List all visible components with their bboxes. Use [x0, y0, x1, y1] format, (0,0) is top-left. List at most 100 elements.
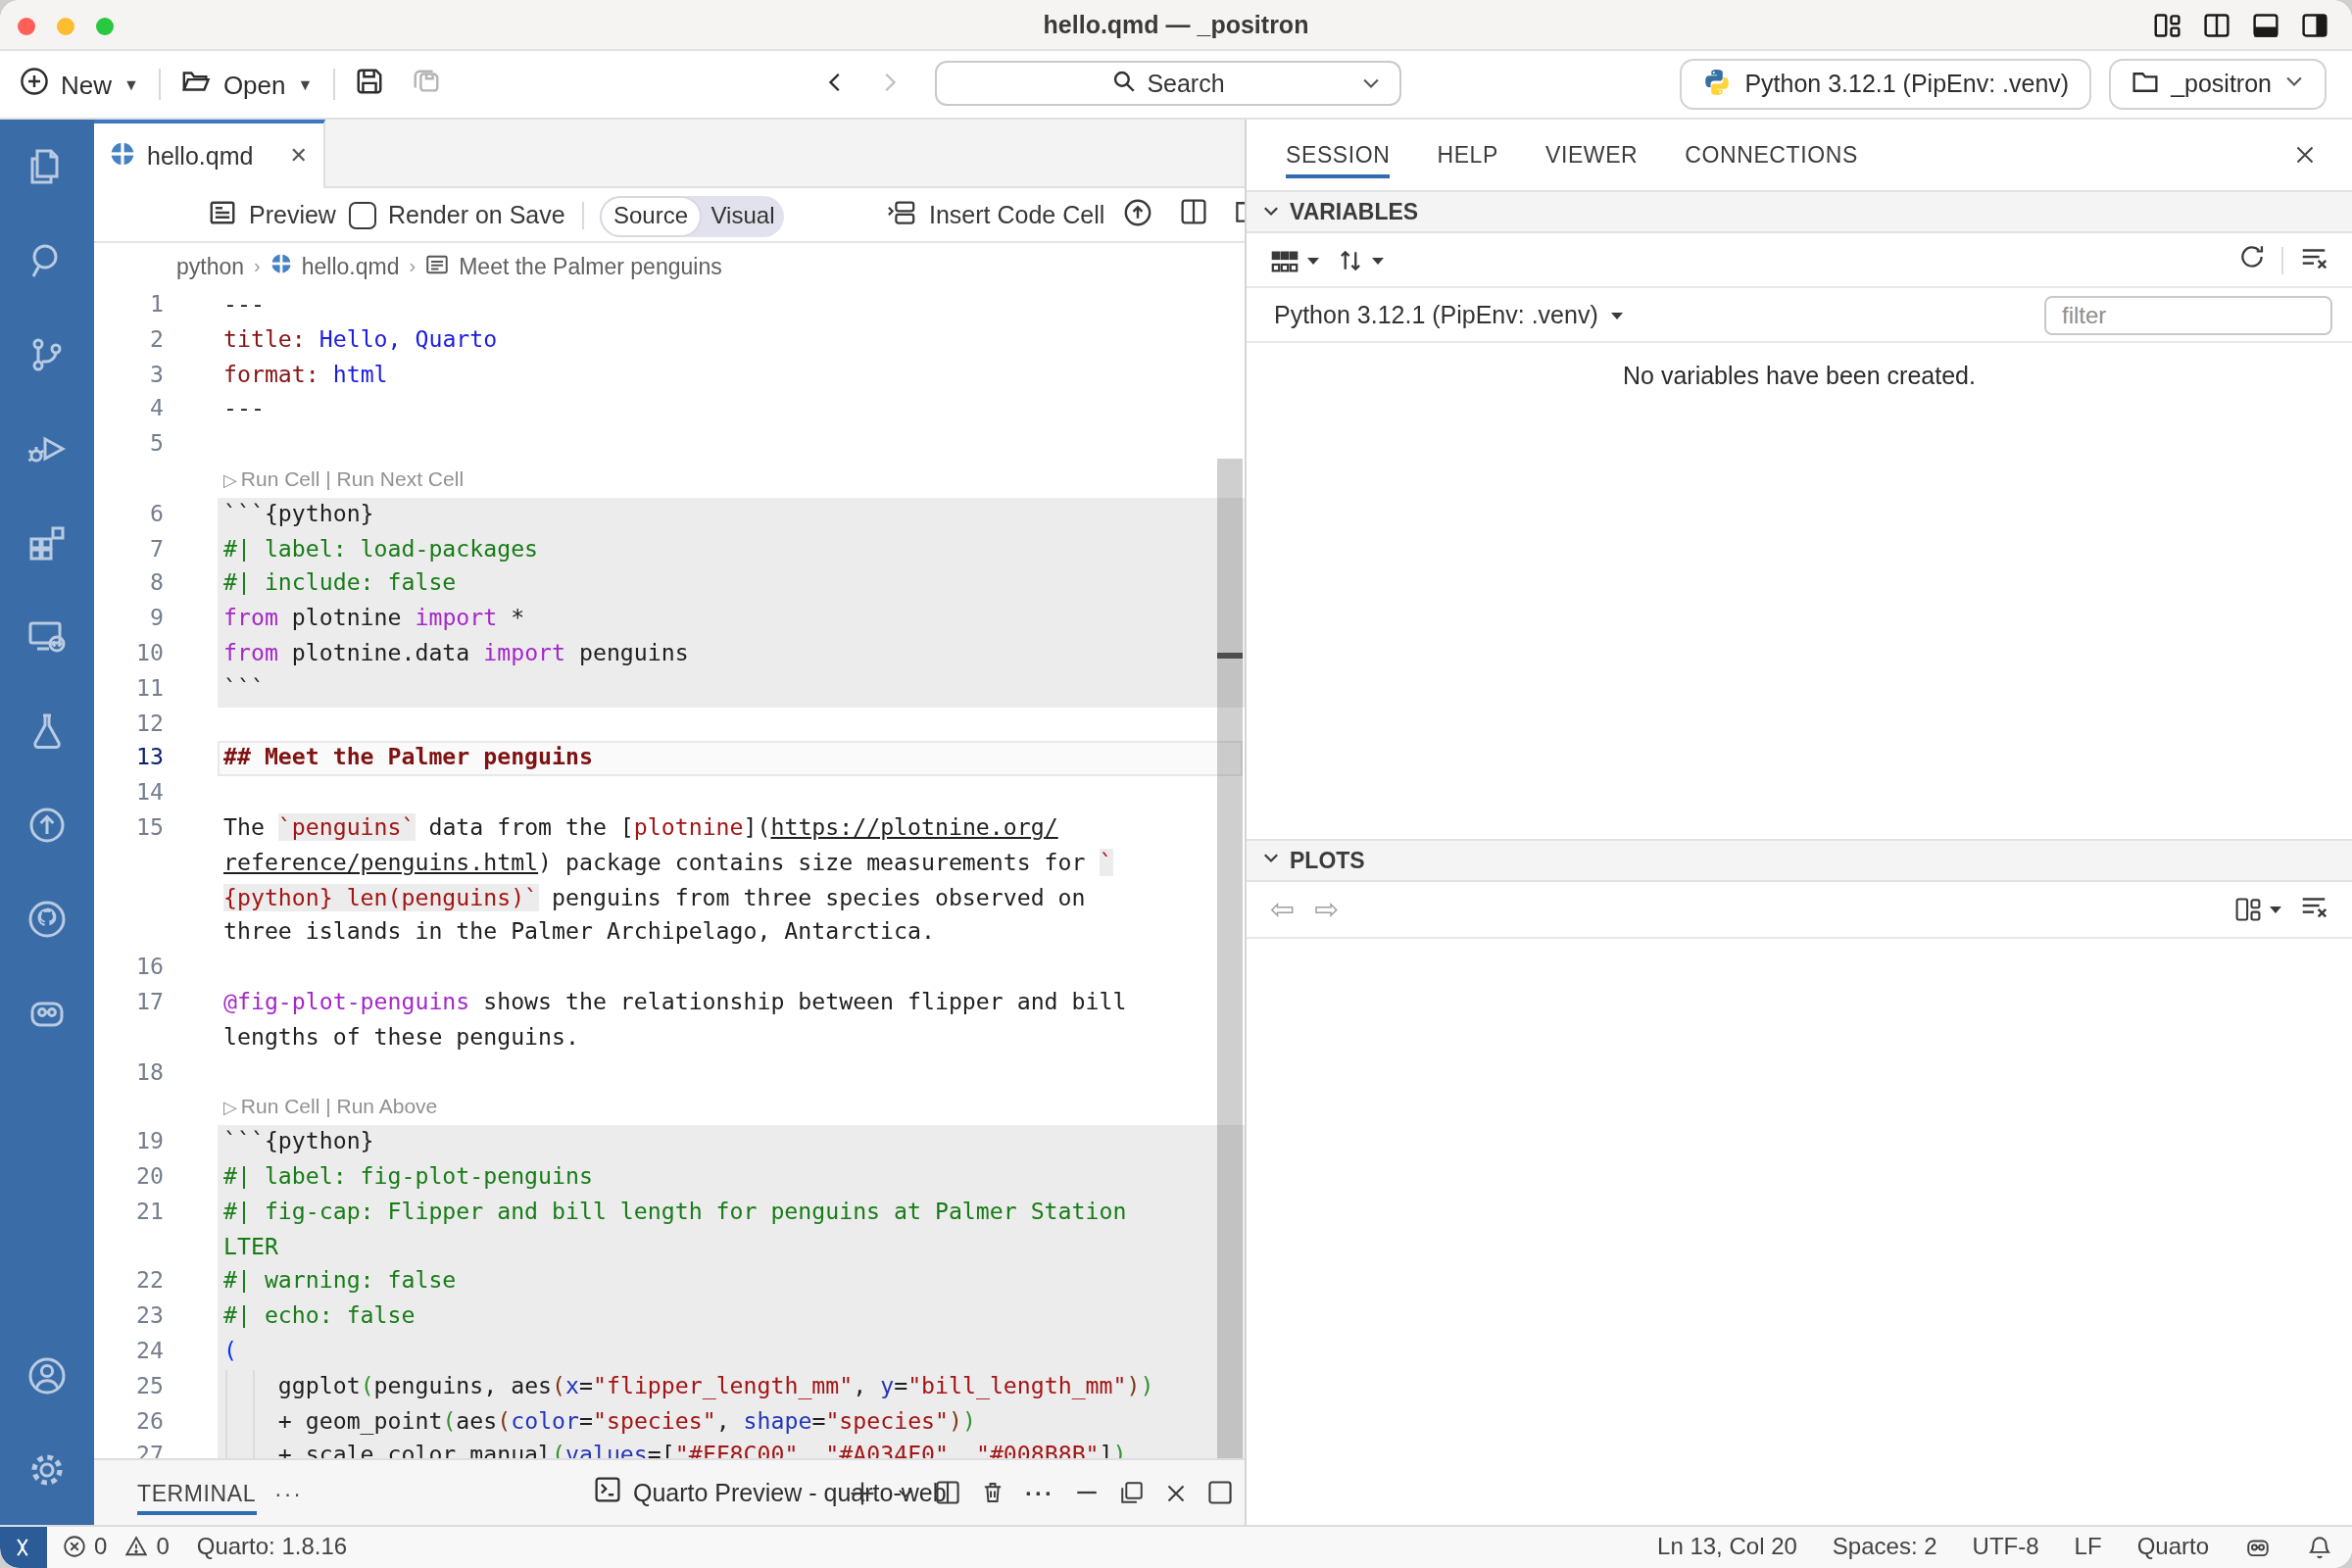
close-panel-icon[interactable]: [1164, 1481, 1188, 1504]
search-input[interactable]: Search: [935, 61, 1401, 106]
panel-tab-viewer[interactable]: VIEWER: [1545, 120, 1638, 190]
code-row[interactable]: 27 + scale_color_manual(values=["#FF8C00…: [94, 1440, 1245, 1458]
new-button[interactable]: New ▼: [20, 67, 139, 102]
code-row[interactable]: 5: [94, 427, 1245, 463]
eol-status[interactable]: LF: [2075, 1534, 2102, 1561]
customize-layout-icon[interactable]: [2154, 12, 2181, 39]
sort-variables-icon[interactable]: [1337, 247, 1386, 274]
variables-filter-input[interactable]: filter: [2044, 296, 2332, 335]
tab-terminal[interactable]: TERMINAL: [137, 1460, 256, 1525]
preview-button[interactable]: Preview: [208, 188, 336, 241]
code-row[interactable]: 20#| label: fig-plot-penguins: [94, 1160, 1245, 1196]
code-row[interactable]: 16: [94, 951, 1245, 986]
activity-search-icon[interactable]: [0, 214, 94, 308]
code-row[interactable]: 19```{python}: [94, 1125, 1245, 1160]
code-row[interactable]: 26 + geom_point(aes(color="species", sha…: [94, 1404, 1245, 1440]
problems-status[interactable]: 0 0: [63, 1534, 170, 1561]
code-row[interactable]: 10from plotnine.data import penguins: [94, 637, 1245, 672]
refresh-variables-icon[interactable]: [2238, 243, 2266, 278]
navigate-back-icon[interactable]: [823, 67, 847, 102]
activity-extensions-icon[interactable]: [0, 496, 94, 590]
save-all-button[interactable]: [411, 67, 440, 102]
panel-more-tabs-icon[interactable]: ···: [274, 1460, 303, 1525]
toggle-secondary-sidebar-icon[interactable]: [2301, 12, 2328, 39]
code-row[interactable]: 1---: [94, 288, 1245, 323]
code-row[interactable]: 15The `penguins` data from the [plotnine…: [94, 811, 1245, 847]
maximize-panel-icon[interactable]: [1119, 1480, 1145, 1505]
next-plot-icon[interactable]: ⇨: [1314, 892, 1339, 927]
breadcrumb-file[interactable]: hello.qmd: [302, 254, 400, 277]
save-button[interactable]: [354, 67, 383, 102]
activity-remote-explorer-icon[interactable]: [0, 590, 94, 684]
insert-code-cell-button[interactable]: Insert Code Cell: [886, 188, 1104, 241]
code-row[interactable]: 21#| fig-cap: Flipper and bill length fo…: [94, 1195, 1245, 1230]
open-button[interactable]: Open ▼: [180, 67, 313, 102]
new-terminal-icon[interactable]: [849, 1479, 876, 1506]
editor-scrollbar[interactable]: [1217, 459, 1243, 1458]
code-row[interactable]: 4---: [94, 393, 1245, 428]
code-row[interactable]: 18: [94, 1055, 1245, 1091]
code-row[interactable]: 11```: [94, 672, 1245, 708]
code-row[interactable]: 23#| echo: false: [94, 1299, 1245, 1335]
plots-section-header[interactable]: PLOTS: [1247, 838, 2352, 881]
terminal-dropdown-icon[interactable]: [896, 1483, 915, 1502]
code-row[interactable]: 14: [94, 776, 1245, 811]
language-mode-status[interactable]: Quarto: [2137, 1534, 2209, 1561]
panel-tab-session[interactable]: SESSION: [1286, 120, 1390, 190]
tab-hello-qmd[interactable]: hello.qmd ✕: [94, 120, 325, 188]
panel-tab-help[interactable]: HELP: [1437, 120, 1498, 190]
code-row[interactable]: 9from plotnine import *: [94, 602, 1245, 637]
code-row[interactable]: 25 ggplot(penguins, aes(x="flipper_lengt…: [94, 1369, 1245, 1404]
activity-explorer-icon[interactable]: [0, 120, 94, 214]
activity-assistant-icon[interactable]: [0, 966, 94, 1060]
notifications-bell-icon[interactable]: [2307, 1535, 2332, 1560]
variables-section-header[interactable]: VARIABLES: [1247, 190, 2352, 233]
code-row[interactable]: 24(: [94, 1335, 1245, 1370]
activity-testing-icon[interactable]: [0, 684, 94, 778]
render-on-save-checkbox[interactable]: Render on Save: [349, 188, 565, 241]
code-area[interactable]: 1---2title: Hello, Quarto3format: html4-…: [94, 288, 1245, 1458]
code-row[interactable]: lengths of these penguins.: [94, 1020, 1245, 1055]
workspace-selector-button[interactable]: _positron: [2108, 59, 2327, 110]
visual-mode-button[interactable]: Visual: [702, 202, 784, 229]
breadcrumb-folder[interactable]: python: [176, 254, 244, 277]
code-row[interactable]: 6```{python}: [94, 498, 1245, 533]
code-row[interactable]: 12: [94, 707, 1245, 742]
run-cell-icon[interactable]: ▷: [223, 470, 237, 490]
code-row[interactable]: three islands in the Palmer Archipelago,…: [94, 916, 1245, 952]
encoding-status[interactable]: UTF-8: [1973, 1534, 2039, 1561]
panel-more-actions-icon[interactable]: ···: [1025, 1479, 1054, 1506]
source-mode-button[interactable]: Source: [600, 195, 702, 236]
indentation-status[interactable]: Spaces: 2: [1833, 1534, 1937, 1561]
code-row[interactable]: 17@fig-plot-penguins shows the relations…: [94, 986, 1245, 1021]
interpreter-selector-button[interactable]: Python 3.12.1 (PipEnv: .venv): [1680, 59, 2090, 110]
activity-run-debug-icon[interactable]: [0, 402, 94, 496]
code-row[interactable]: 2title: Hello, Quarto: [94, 323, 1245, 359]
activity-github-icon[interactable]: [0, 872, 94, 966]
code-row[interactable]: reference/penguins.html) package contain…: [94, 847, 1245, 882]
code-row[interactable]: 7#| label: load-packages: [94, 532, 1245, 567]
toggle-panel-icon[interactable]: [2252, 12, 2279, 39]
panel-tab-connections[interactable]: CONNECTIONS: [1685, 120, 1858, 190]
close-tab-icon[interactable]: ✕: [290, 143, 308, 169]
close-secondary-panel-icon[interactable]: [2293, 120, 2317, 190]
copilot-status-icon[interactable]: [2244, 1535, 2272, 1560]
navigate-forward-icon[interactable]: [878, 67, 902, 102]
panel-layout-icon[interactable]: [1207, 1480, 1233, 1505]
code-row[interactable]: 22#| warning: false: [94, 1265, 1245, 1300]
activity-publish-icon[interactable]: [0, 778, 94, 872]
render-document-button[interactable]: [1123, 188, 1152, 241]
kill-terminal-icon[interactable]: [980, 1480, 1005, 1505]
clear-variables-icon[interactable]: [2299, 242, 2328, 279]
previous-plot-icon[interactable]: ⇦: [1270, 892, 1295, 927]
split-terminal-icon[interactable]: [935, 1480, 960, 1505]
activity-settings-icon[interactable]: [0, 1422, 94, 1516]
cursor-position-status[interactable]: Ln 13, Col 20: [1657, 1534, 1797, 1561]
code-row[interactable]: 8#| include: false: [94, 567, 1245, 603]
activity-account-icon[interactable]: [0, 1328, 94, 1422]
group-variables-icon[interactable]: [1270, 246, 1321, 275]
code-row[interactable]: 3format: html: [94, 358, 1245, 393]
remote-indicator[interactable]: [0, 1526, 47, 1568]
clear-plots-icon[interactable]: [2299, 891, 2328, 928]
session-interpreter-dropdown[interactable]: Python 3.12.1 (PipEnv: .venv): [1274, 301, 1598, 328]
